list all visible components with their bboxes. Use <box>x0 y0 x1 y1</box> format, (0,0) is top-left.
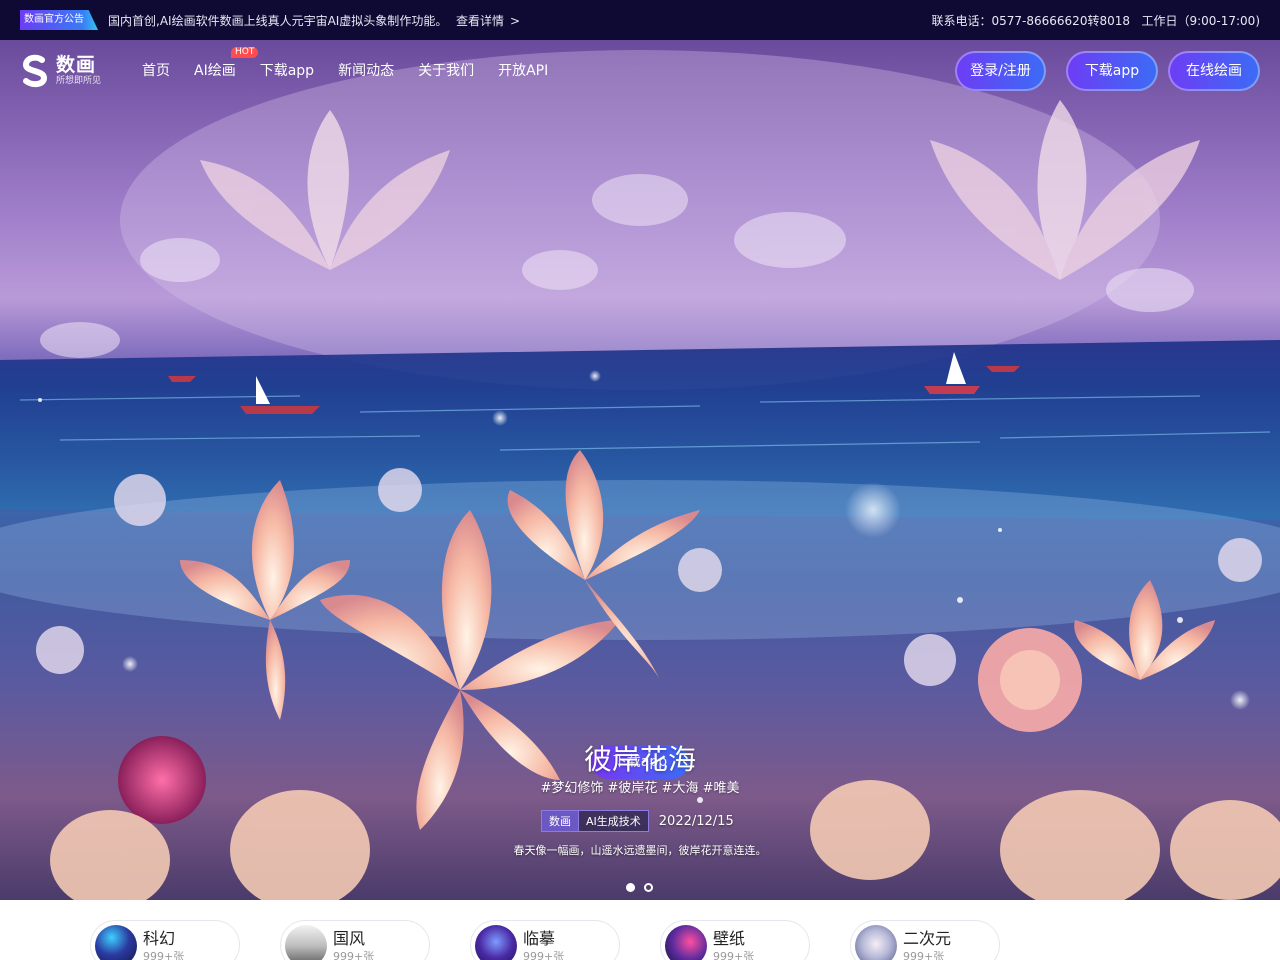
category-count: 999+张 <box>523 950 565 960</box>
working-hours: 工作日（9:00-17:00) <box>1141 14 1260 28</box>
category-scifi[interactable]: 科幻 999+张 <box>90 920 240 960</box>
hero-meta: 数画 AI生成技术 2022/12/15 <box>541 809 734 833</box>
hot-badge: HOT <box>231 47 259 58</box>
hero-title: 彼岸花海 <box>583 743 696 776</box>
notice-more-label: 查看详情 <box>456 14 505 28</box>
tech-tag: AI生成技术 <box>579 810 649 832</box>
nav-item-about[interactable]: 关于我们 <box>418 62 474 80</box>
category-count: 999+张 <box>143 950 185 960</box>
notice-tag: 数画官方公告 <box>20 10 98 30</box>
nav-item-ai-painting-label: AI绘画 <box>194 63 236 79</box>
nav-item-home[interactable]: 首页 <box>142 62 170 80</box>
category-copy[interactable]: 临摹 999+张 <box>470 920 620 960</box>
category-thumbnail <box>95 925 137 960</box>
carousel-dot-2[interactable] <box>644 883 653 892</box>
category-anime[interactable]: 二次元 999+张 <box>850 920 1000 960</box>
carousel-dot-1[interactable] <box>626 883 635 892</box>
category-name: 二次元 <box>903 929 952 948</box>
hero-date: 2022/12/15 <box>658 813 734 829</box>
logo-slogan: 所想即所见 <box>56 76 102 86</box>
category-count: 999+张 <box>903 950 945 960</box>
logo-s-icon <box>22 54 48 88</box>
hero-tags: #梦幻修饰 #彼岸花 #大海 #唯美 <box>540 781 740 796</box>
foreground-roses <box>50 780 1280 900</box>
category-thumbnail <box>475 925 517 960</box>
carousel-dots <box>626 883 662 892</box>
login-register-button[interactable]: 登录/注册 <box>955 51 1046 91</box>
category-name: 国风 <box>333 929 366 948</box>
category-thumbnail <box>285 925 327 960</box>
category-name: 壁纸 <box>713 929 746 948</box>
category-strip: 科幻 999+张 国风 999+张 临摹 999+张 壁纸 999+张 二次元 … <box>0 900 1280 960</box>
hero-description: 春天像一幅画，山遥水远遗墨间，彼岸花开意连连。 <box>513 844 767 857</box>
announcement-bar: 数画官方公告 国内首创,AI绘画软件数画上线真人元宇宙AI虚拟头象制作功能。 查… <box>0 0 1280 40</box>
contact-phone: 联系电话：0577-86666620转8018 <box>931 14 1131 28</box>
download-app-button[interactable]: 下载app <box>1066 51 1158 91</box>
brand-tag: 数画 <box>541 810 579 832</box>
logo[interactable]: 数画 所想即所见 <box>20 54 101 88</box>
main-nav: 数画 所想即所见 首页 AI绘画 HOT 下载app 新闻动态 关于我们 开放A… <box>0 40 1280 102</box>
online-painting-button[interactable]: 在线绘画 <box>1168 51 1260 91</box>
category-name: 临摹 <box>523 929 556 948</box>
notice-text[interactable]: 国内首创,AI绘画软件数画上线真人元宇宙AI虚拟头象制作功能。 <box>108 12 447 29</box>
category-wallpaper[interactable]: 壁纸 999+张 <box>660 920 810 960</box>
nav-item-ai-painting[interactable]: AI绘画 HOT <box>194 47 259 80</box>
chevron-right-icon: > <box>510 14 521 28</box>
category-thumbnail <box>855 925 897 960</box>
category-guofeng[interactable]: 国风 999+张 <box>280 920 430 960</box>
nav-menu: 首页 AI绘画 HOT 下载app 新闻动态 关于我们 开放API <box>142 47 572 80</box>
nav-item-download-app[interactable]: 下载app <box>260 62 314 80</box>
category-thumbnail <box>665 925 707 960</box>
notice-more-link[interactable]: 查看详情 > <box>456 12 520 29</box>
category-count: 999+张 <box>713 950 755 960</box>
logo-name: 数画 <box>56 54 97 76</box>
nav-item-open-api[interactable]: 开放API <box>498 62 548 80</box>
nav-item-news[interactable]: 新闻动态 <box>338 62 394 80</box>
category-count: 999+张 <box>333 950 375 960</box>
category-name: 科幻 <box>143 929 176 948</box>
